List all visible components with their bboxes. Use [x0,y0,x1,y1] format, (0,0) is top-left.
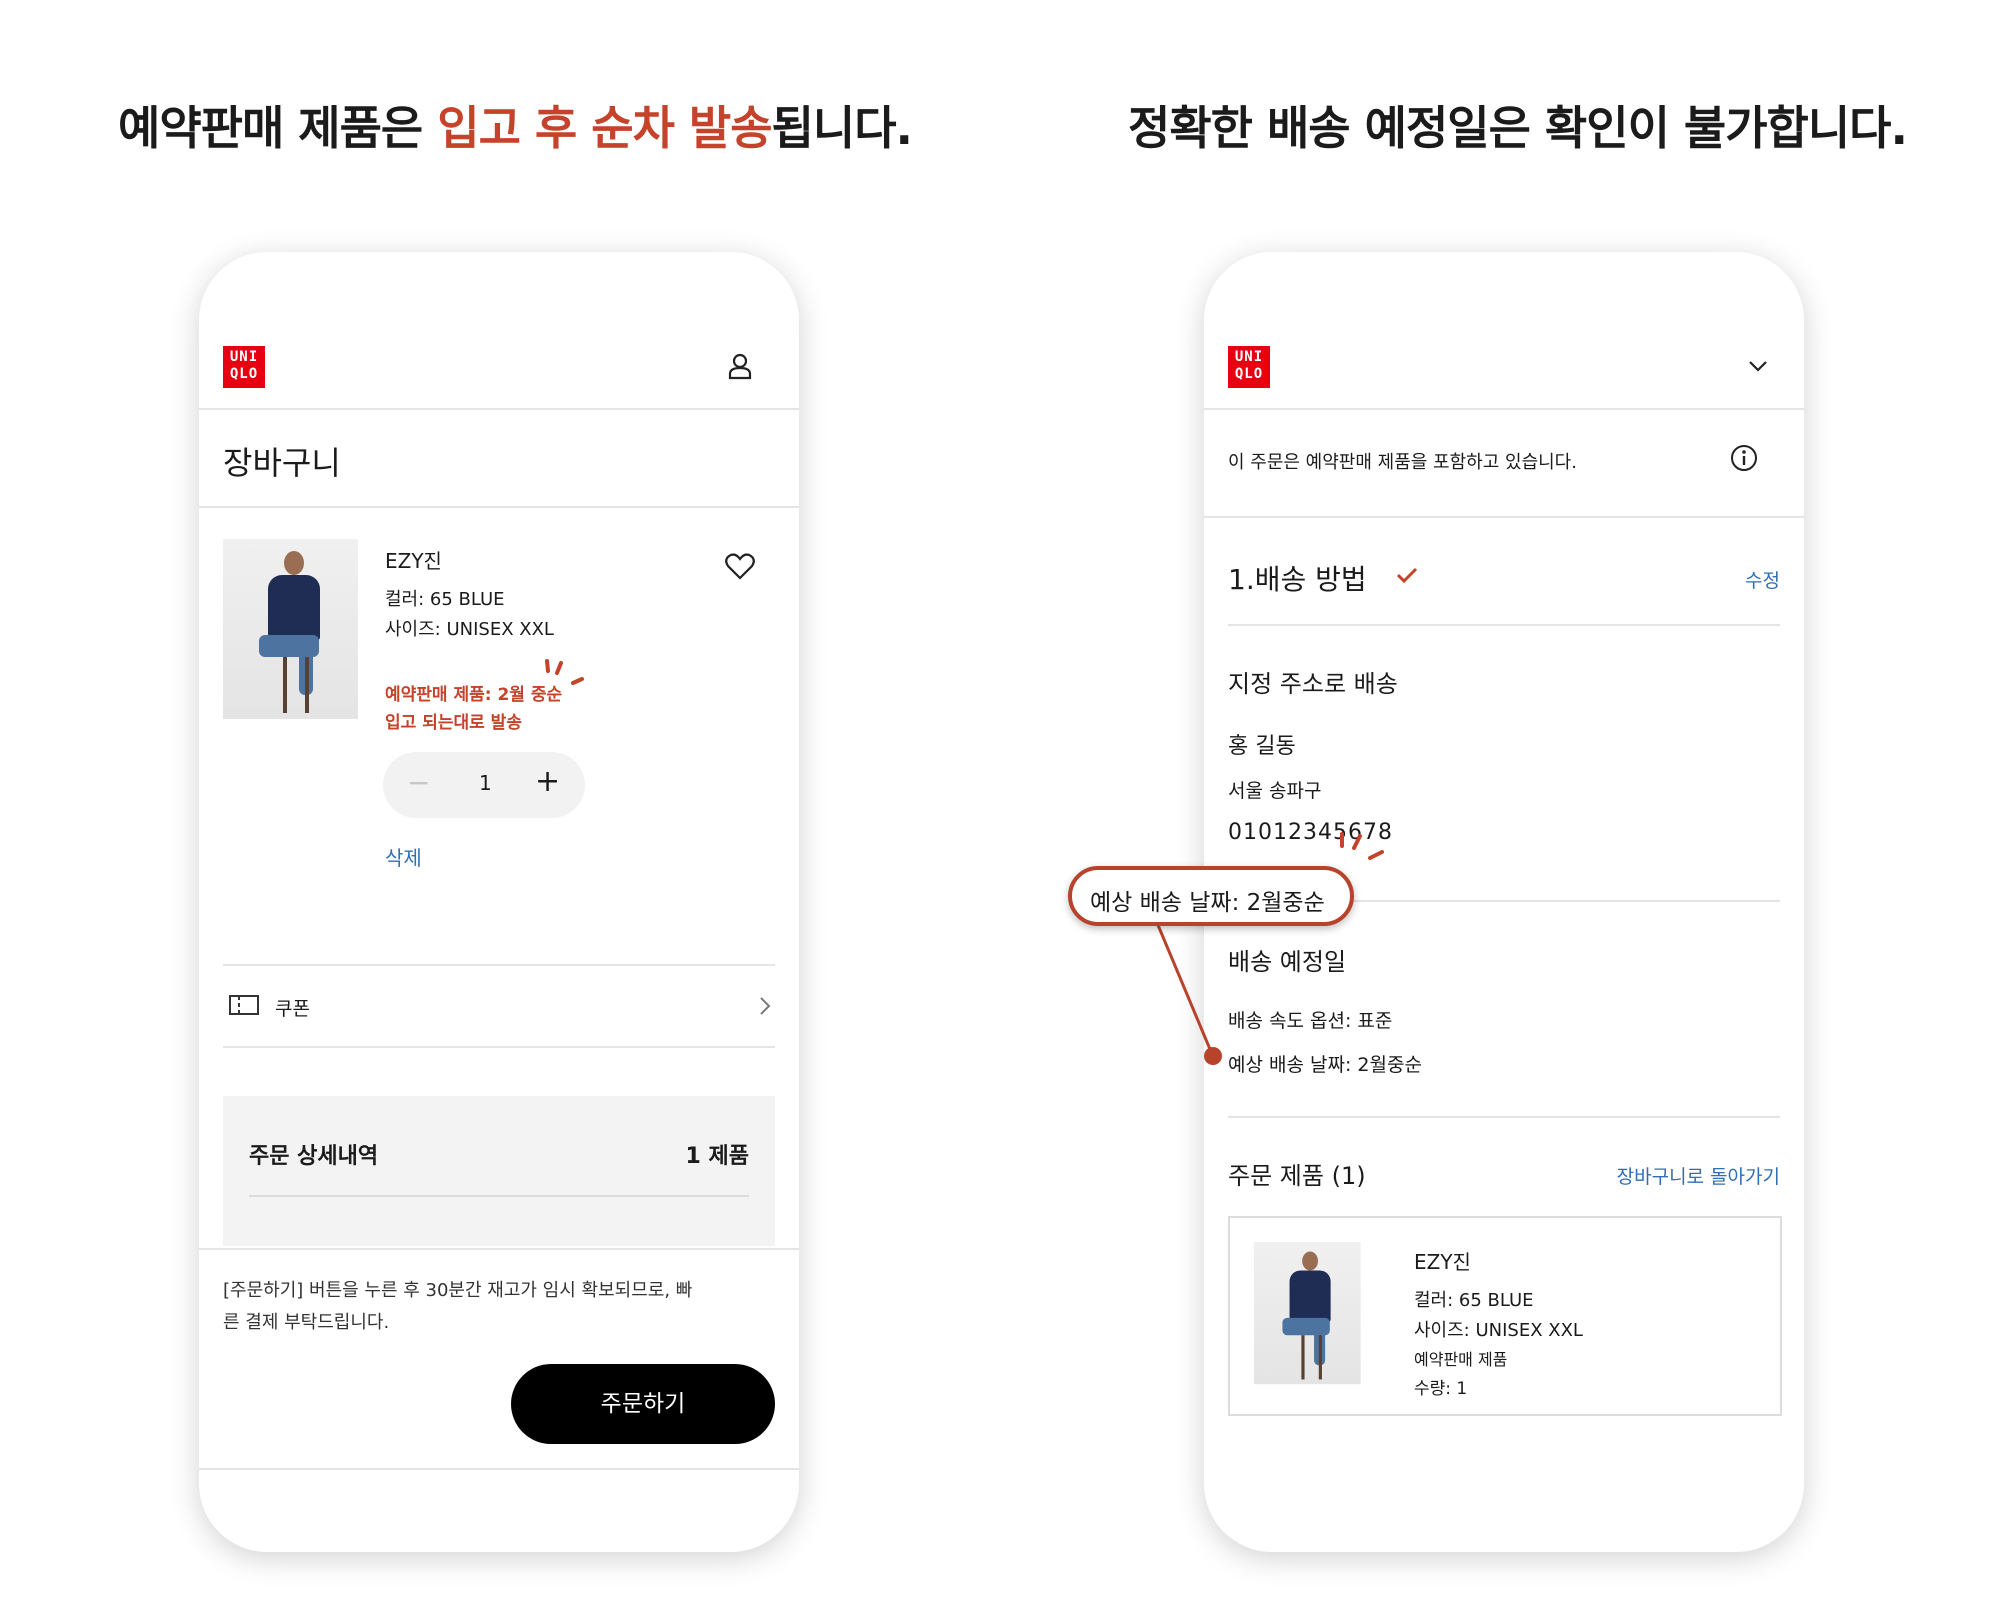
stool [283,657,287,713]
divider [199,506,799,508]
item-color: 컬러: 65 BLUE [1414,1290,1534,1311]
recipient-name: 홍 길동 [1228,734,1296,759]
expected-delivery: 예상 배송 날짜: 2월중순 [1228,1054,1422,1076]
callout-text: 예상 배송 날짜: 2월중순 [1090,890,1325,916]
model-jacket [268,575,320,641]
product-size: 사이즈: UNISEX XXL [385,619,554,640]
decrease-button[interactable]: − [407,766,430,799]
logo-line2: QLO [229,366,259,382]
headline-right: 정확한 배송 예정일은 확인이 불가합니다. [1128,101,1908,155]
coupon-label: 쿠폰 [275,998,310,1020]
emphasis-marks [1340,832,1384,860]
increase-button[interactable]: + [535,764,560,799]
phone-cart: UNI QLO 장바구니 EZY진 컬러: 65 BLUE 사이즈: UNISE… [199,252,799,1552]
delivery-date-callout: 예상 배송 날짜: 2월중순 [1068,866,1354,926]
reservation-notice-line2: 른 결제 부탁드립니다. [223,1312,390,1333]
model-jacket [1289,1270,1331,1323]
headline-left: 예약판매 제품은 입고 후 순차 발송됩니다. [118,92,913,158]
item-preorder: 예약판매 제품 [1414,1350,1508,1369]
logo-line1: UNI [1234,349,1264,365]
stool [1318,1335,1322,1380]
delivery-speed: 배송 속도 옵션: 표준 [1228,1010,1393,1032]
stool [305,657,309,713]
chevron-right-icon [760,997,771,1015]
user-icon[interactable] [727,352,753,380]
divider [199,1468,799,1470]
item-quantity: 수량: 1 [1414,1379,1468,1399]
delivery-schedule-title: 배송 예정일 [1228,948,1347,976]
checkout-bar: [주문하기] 버튼을 누른 후 30분간 재고가 임시 확보되므로, 빠 른 결… [199,1248,799,1470]
emphasis-marks [545,659,584,685]
edit-link[interactable]: 수정 [1745,566,1780,593]
divider [199,408,799,410]
divider [1204,516,1804,518]
heart-icon[interactable] [725,552,755,580]
quantity-value: 1 [479,771,492,795]
info-icon[interactable] [1730,444,1758,472]
order-summary-count: 1 제품 [685,1144,749,1169]
divider [1204,408,1804,410]
model-head [1302,1251,1318,1271]
recipient-address: 서울 송파구 [1228,780,1322,802]
product-image[interactable] [223,539,358,719]
order-items-title: 주문 제품 (1) [1228,1162,1366,1190]
order-button[interactable]: 주문하기 [511,1364,775,1444]
chevron-down-icon[interactable] [1748,360,1768,372]
back-to-cart-link[interactable]: 장바구니로 돌아가기 [1617,1162,1780,1189]
preorder-line2: 입고 되는대로 발송 [385,713,522,733]
quantity-stepper: − 1 + [383,752,585,818]
divider [1228,1116,1780,1118]
uniqlo-logo[interactable]: UNI QLO [223,346,265,388]
shipping-method: 지정 주소로 배송 [1228,670,1398,698]
product-image [1254,1242,1361,1385]
item-name: EZY진 [1414,1250,1471,1274]
order-summary-title: 주문 상세내역 [249,1144,379,1169]
preorder-line1: 예약판매 제품: 2월 중순 [385,685,563,705]
product-color: 컬러: 65 BLUE [385,589,505,610]
item-size: 사이즈: UNISEX XXL [1414,1320,1583,1341]
uniqlo-logo[interactable]: UNI QLO [1228,346,1270,388]
divider [249,1195,749,1197]
order-item-card: EZY진 컬러: 65 BLUE 사이즈: UNISEX XXL 예약판매 제품… [1228,1216,1782,1416]
headline-left-part1: 예약판매 제품은 [118,101,438,155]
model-head [284,551,304,575]
stool [1301,1335,1305,1380]
headline-left-part2: 됩니다. [771,101,913,155]
headline-left-accent: 입고 후 순차 발송 [437,101,772,155]
preorder-notice: 이 주문은 예약판매 제품을 포함하고 있습니다. [1228,452,1577,473]
order-summary-panel: 주문 상세내역 1 제품 [223,1096,775,1246]
shipping-step-title: 1.배송 방법 [1228,563,1367,596]
product-name[interactable]: EZY진 [385,545,442,574]
divider [1228,624,1780,626]
delete-link[interactable]: 삭제 [385,842,422,871]
divider [223,1046,775,1048]
logo-line1: UNI [229,349,259,365]
coupon-row[interactable]: 쿠폰 [223,966,775,1046]
logo-line2: QLO [1234,366,1264,382]
check-icon [1396,567,1418,584]
cart-title: 장바구니 [223,444,341,482]
ticket-icon [229,995,259,1015]
reservation-notice: [주문하기] 버튼을 누른 후 30분간 재고가 임시 확보되므로, 빠 [223,1280,693,1301]
